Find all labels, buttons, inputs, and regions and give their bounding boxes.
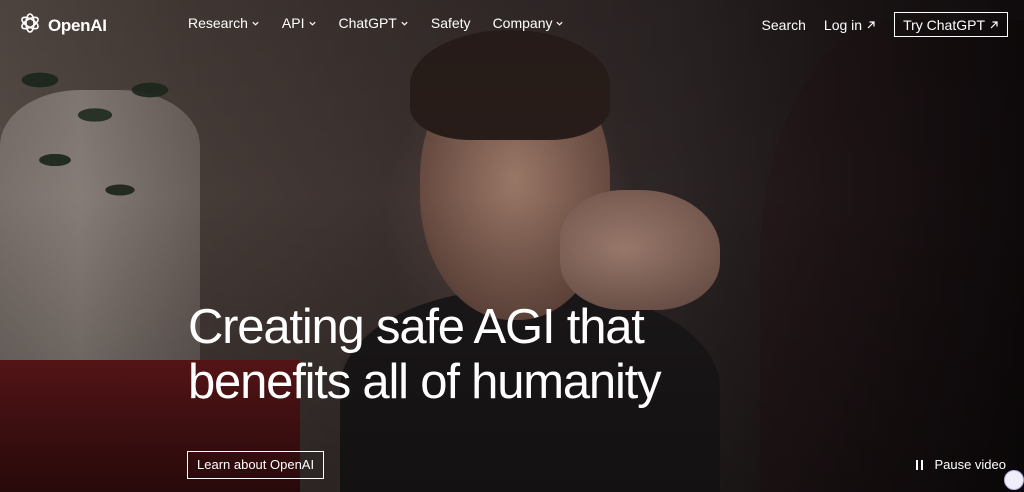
arrow-up-right-icon — [990, 20, 998, 28]
search-link[interactable]: Search — [762, 17, 806, 33]
try-chatgpt-label: Try ChatGPT — [903, 16, 985, 33]
pause-video-label: Pause video — [934, 457, 1006, 472]
arrow-up-right-icon — [867, 20, 875, 28]
chevron-down-icon — [252, 21, 259, 26]
nav-api-label: API — [281, 15, 305, 31]
learn-about-button[interactable]: Learn about OpenAI — [187, 451, 325, 479]
chevron-down-icon — [308, 21, 316, 26]
nav-safety-label: Safety — [430, 15, 471, 31]
hero-headline: Creating safe AGI that benefits all of h… — [188, 300, 828, 410]
hero-headline-line2: benefits all of humanity — [188, 355, 662, 409]
nav-research-label: Research — [188, 15, 248, 31]
openai-logo-icon — [18, 11, 42, 40]
login-link[interactable]: Log in — [824, 17, 876, 33]
hero-video-background — [0, 0, 1024, 492]
nav-safety[interactable]: Safety — [431, 15, 471, 31]
pause-video-button[interactable]: Pause video — [916, 457, 1006, 472]
nav-api[interactable]: API — [282, 15, 317, 31]
nav-actions: Search Log in Try ChatGPT — [762, 12, 1008, 37]
brand-logo[interactable]: OpenAI — [18, 11, 107, 40]
nav-research[interactable]: Research — [188, 15, 260, 31]
try-chatgpt-button[interactable]: Try ChatGPT — [894, 12, 1008, 37]
hero-overlay — [0, 0, 1024, 492]
login-label: Log in — [823, 16, 863, 33]
pause-icon — [916, 459, 924, 470]
chat-widget-icon[interactable] — [1004, 470, 1024, 490]
nav-chatgpt-label: ChatGPT — [338, 15, 397, 31]
hero-headline-line1: Creating safe AGI that — [188, 300, 645, 354]
nav-company[interactable]: Company — [493, 15, 565, 31]
nav-chatgpt[interactable]: ChatGPT — [339, 15, 409, 31]
brand-name: OpenAI — [48, 15, 107, 35]
nav-company-label: Company — [492, 15, 553, 31]
chevron-down-icon — [556, 21, 564, 26]
top-navigation: OpenAI Research API ChatGPT Safety Compa… — [0, 0, 1024, 46]
main-menu: Research API ChatGPT Safety Company — [188, 15, 564, 31]
search-label: Search — [761, 16, 806, 33]
chevron-down-icon — [401, 21, 408, 26]
